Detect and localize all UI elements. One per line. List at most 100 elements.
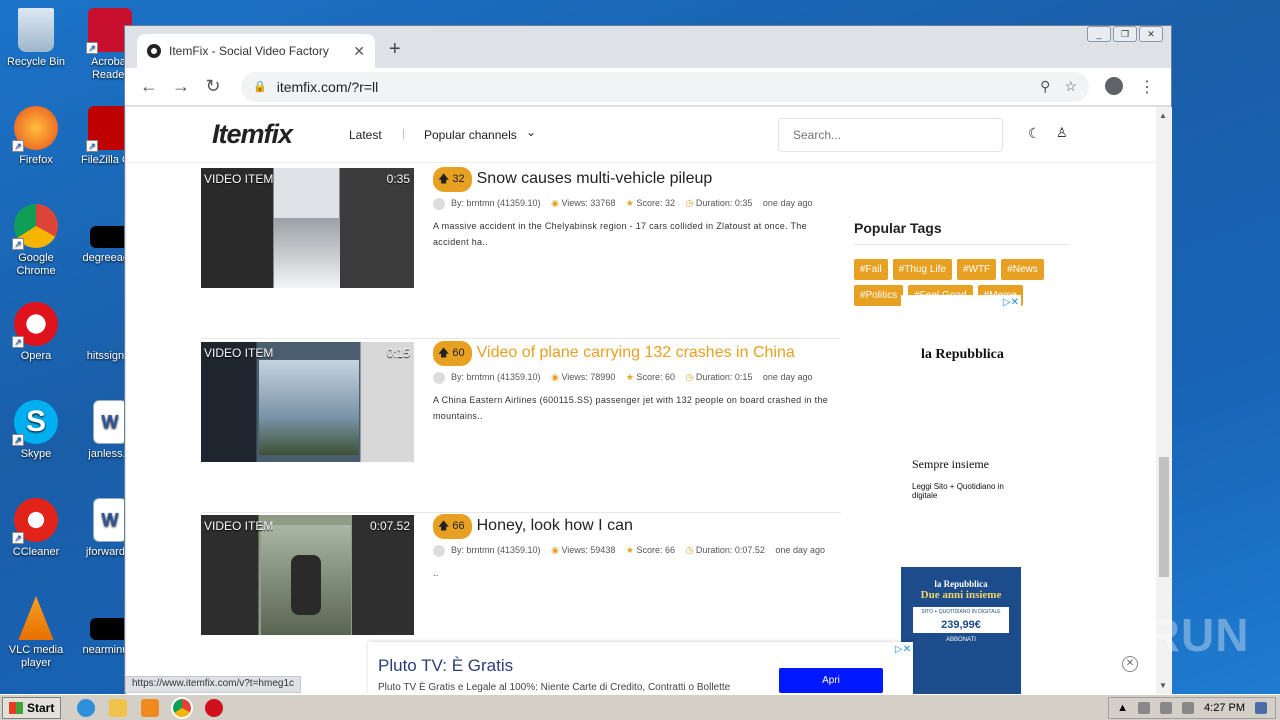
new-tab-button[interactable]: + [389, 38, 401, 61]
clock-icon: ◷ [685, 372, 694, 382]
minimize-button[interactable]: _ [1087, 26, 1111, 42]
ad-choices-icon[interactable]: ▷✕ [895, 644, 911, 655]
video-thumbnail[interactable]: VIDEO ITEM 0:07.52 [201, 515, 414, 635]
lock-icon[interactable]: 🔒 [253, 80, 267, 93]
video-title-link[interactable]: Video of plane carrying 132 crashes in C… [477, 344, 795, 362]
video-meta: By: brntmn (41359.10) ◉ Views: 33768 ★ S… [433, 194, 841, 212]
desktop-icon-chrome[interactable]: ↗ Google Chrome [0, 204, 72, 278]
side-advertisement[interactable]: ▷✕ la Repubblica Sempre insieme Leggi Si… [901, 295, 1021, 694]
score-value: 66 [452, 519, 465, 532]
word-doc-icon: W [93, 400, 127, 444]
video-meta: By: brntmn (41359.10) ◉ Views: 59438 ★ S… [433, 541, 841, 559]
desktop-icon-ccleaner[interactable]: ↗ CCleaner [0, 498, 72, 559]
video-thumbnail[interactable]: VIDEO ITEM 0:15 [201, 342, 414, 462]
tag-chip[interactable]: #WTF [956, 259, 997, 280]
address-bar[interactable]: 🔒 itemfix.com/?r=ll ⚲ ☆ [241, 71, 1089, 102]
dark-mode-moon-icon[interactable]: ☾ [1028, 125, 1041, 142]
media-player-icon[interactable] [141, 698, 160, 717]
video-views: Views: 78990 [561, 372, 616, 382]
chrome-taskbar-icon[interactable] [171, 696, 194, 719]
desktop-icon-label: Recycle Bin [6, 56, 66, 68]
video-meta: By: brntmn (41359.10) ◉ Views: 78990 ★ S… [433, 368, 841, 386]
video-author[interactable]: By: brntmn (41359.10) [451, 372, 541, 382]
video-thumbnail[interactable]: VIDEO ITEM 0:35 [201, 168, 414, 288]
ad-choices-icon[interactable]: ▷✕ [1003, 297, 1019, 308]
ie-icon[interactable] [77, 698, 96, 717]
itemfix-logo[interactable]: Itemfix [212, 119, 293, 150]
back-arrow-icon[interactable]: ← [133, 76, 165, 97]
video-title-link[interactable]: Honey, look how I can [477, 517, 633, 535]
clock-time[interactable]: 4:27 PM [1204, 702, 1245, 714]
explorer-folder-icon[interactable] [109, 698, 128, 717]
video-title-link[interactable]: Snow causes multi-vehicle pileup [477, 170, 713, 188]
maximize-button[interactable]: ❐ [1113, 26, 1137, 42]
ad-image[interactable] [915, 642, 1021, 694]
forward-arrow-icon[interactable]: → [165, 76, 197, 97]
scroll-down-icon[interactable]: ▼ [1159, 681, 1167, 690]
browser-menu-icon[interactable]: ⋮ [1139, 77, 1155, 97]
desktop-icon-label: VLC media player [8, 644, 64, 669]
quick-launch [77, 696, 224, 719]
ad-open-button[interactable]: Apri [779, 668, 883, 693]
nav-popular-channels-link[interactable]: Popular channels [424, 128, 517, 142]
bookmark-star-icon[interactable]: ☆ [1064, 78, 1077, 95]
flag-icon[interactable] [1138, 701, 1151, 714]
scroll-up-icon[interactable]: ▲ [1159, 111, 1167, 120]
video-score: Score: 66 [636, 545, 675, 555]
video-duration: 0:07.52 [369, 519, 410, 533]
anyrun-watermark: ANY.RUN [1038, 609, 1250, 661]
close-window-button[interactable]: ✕ [1139, 26, 1163, 42]
chrome-icon: ↗ [12, 204, 58, 250]
browser-toolbar: ← → ↻ 🔒 itemfix.com/?r=ll ⚲ ☆ ⋮ [125, 68, 1171, 106]
score-badge[interactable]: 🡅 60 [433, 340, 472, 366]
divider [201, 512, 841, 513]
divider [201, 338, 841, 339]
video-author[interactable]: By: brntmn (41359.10) [451, 545, 541, 555]
show-desktop-icon[interactable] [1255, 701, 1267, 714]
desktop-icon-skype[interactable]: S ↗ Skype [0, 400, 72, 461]
score-badge[interactable]: 🡅 66 [433, 513, 472, 539]
chevron-down-icon[interactable]: ⌄ [526, 125, 536, 139]
ad-brand: la Repubblica [921, 347, 1004, 362]
nav-latest-link[interactable]: Latest [349, 128, 382, 142]
browser-tab[interactable]: ItemFix - Social Video Factory ✕ [137, 34, 375, 68]
profile-avatar-icon[interactable] [1105, 76, 1123, 95]
tray-expand-icon[interactable]: ▲ [1117, 702, 1128, 714]
logo-text: Itemfix [212, 119, 293, 149]
start-button[interactable]: Start [2, 696, 62, 719]
address-bar-url[interactable]: itemfix.com/?r=ll [277, 79, 1026, 95]
bottom-advertisement[interactable]: ▷✕ Pluto TV: È Gratis Pluto TV È Gratis … [368, 642, 913, 694]
page-scrollbar[interactable]: ▲ ▼ [1156, 107, 1172, 694]
tag-chip[interactable]: #Fail [854, 259, 888, 280]
volume-icon[interactable] [1160, 701, 1173, 714]
zoom-icon[interactable]: ⚲ [1040, 78, 1050, 95]
scrollbar-thumb[interactable] [1159, 457, 1169, 577]
tag-chip[interactable]: #Thug Life [892, 259, 952, 280]
desktop-icon-recycle-bin[interactable]: Recycle Bin [0, 8, 72, 69]
tab-title: ItemFix - Social Video Factory [169, 44, 329, 58]
tab-close-icon[interactable]: ✕ [353, 43, 365, 60]
ad-headline[interactable]: Pluto TV: È Gratis [378, 656, 513, 676]
desktop-icon-opera[interactable]: ↗ Opera [0, 302, 72, 363]
ad-banner-brand: la Repubblica [934, 579, 988, 589]
tag-chip[interactable]: #Politics [854, 285, 904, 306]
score-badge[interactable]: 🡅 32 [433, 166, 472, 192]
ad-banner-title: Due anni insieme [920, 589, 1002, 601]
video-item-label: VIDEO ITEM [204, 519, 274, 533]
tab-strip: ItemFix - Social Video Factory ✕ + _ ❐ ✕ [125, 26, 1171, 68]
video-duration: 0:15 [386, 346, 410, 360]
eye-icon: ◉ [551, 545, 559, 555]
clock-icon: ◷ [685, 198, 694, 208]
site-search-input[interactable] [778, 118, 1003, 152]
video-author[interactable]: By: brntmn (41359.10) [451, 198, 541, 208]
user-account-icon[interactable]: ♙ [1056, 125, 1068, 141]
reload-icon[interactable]: ↻ [197, 76, 229, 97]
desktop-icon-firefox[interactable]: ↗ Firefox [0, 106, 72, 167]
tag-chip[interactable]: #News [1001, 259, 1044, 280]
opera-taskbar-icon[interactable] [205, 698, 224, 717]
star-icon: ★ [625, 545, 634, 555]
score-value: 60 [452, 346, 465, 359]
star-icon: ★ [625, 198, 634, 208]
network-icon[interactable] [1182, 701, 1195, 714]
desktop-icon-vlc[interactable]: VLC media player [0, 596, 72, 670]
